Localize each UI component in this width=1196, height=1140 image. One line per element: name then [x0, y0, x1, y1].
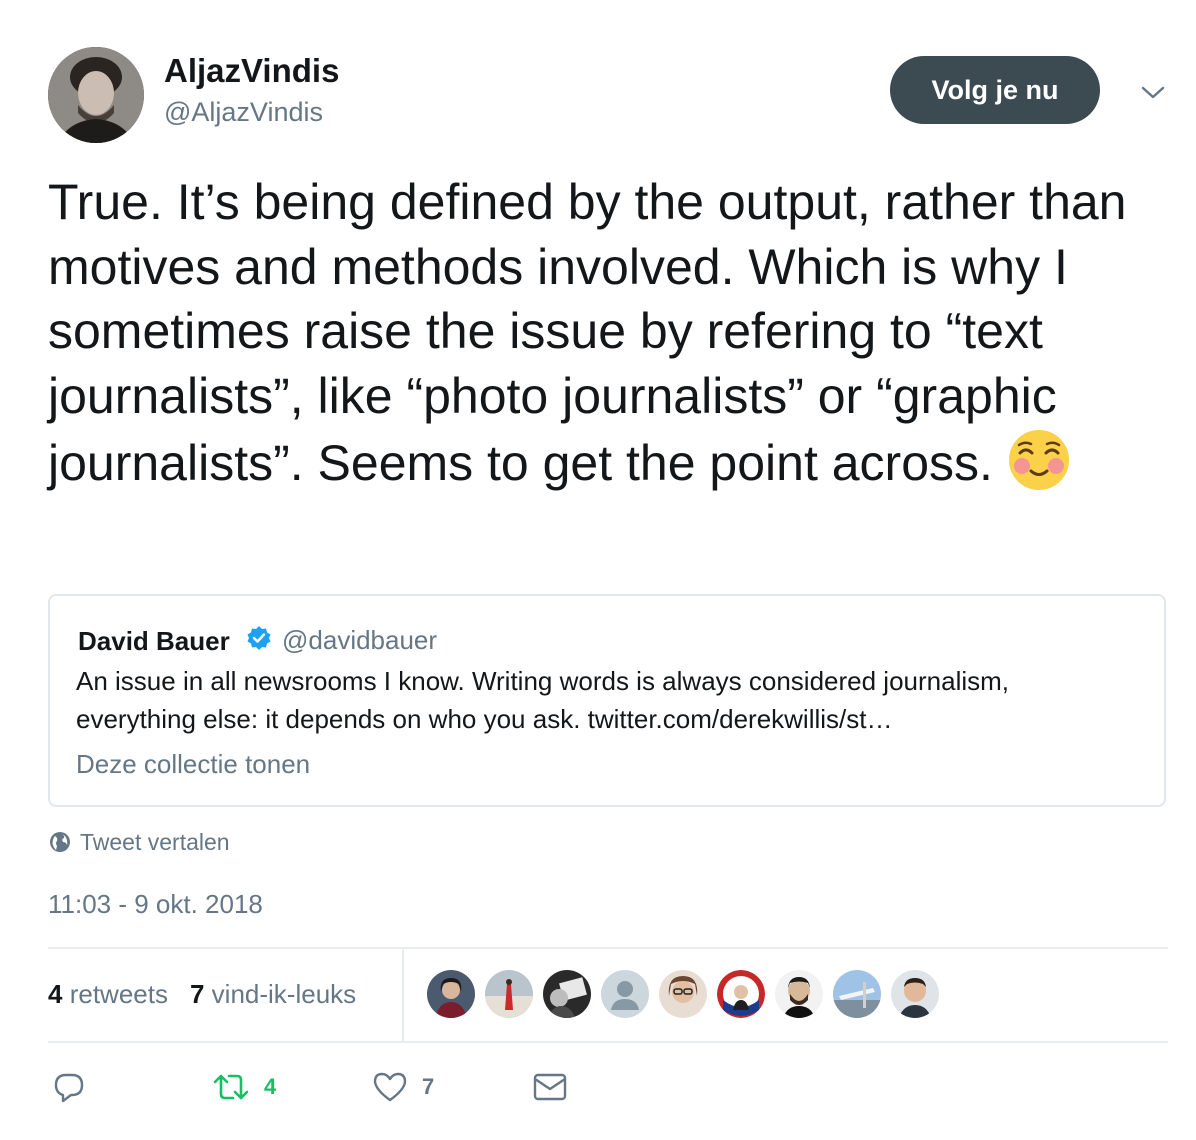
author-avatar[interactable] — [48, 47, 144, 143]
quoted-author-handle: @davidbauer — [282, 625, 438, 655]
tweet-text-content: True. It’s being defined by the output, … — [48, 174, 1127, 491]
verified-badge-icon — [247, 626, 271, 650]
liker-avatar[interactable] — [659, 970, 707, 1018]
retweets-label: retweets — [69, 979, 168, 1009]
direct-message-button[interactable] — [532, 1072, 568, 1102]
retweets-stat[interactable]: 4 retweets — [48, 979, 168, 1010]
liker-avatar[interactable] — [427, 970, 475, 1018]
likes-count: 7 — [189, 979, 205, 1009]
globe-icon — [50, 832, 70, 852]
liker-avatar[interactable] — [891, 970, 939, 1018]
tweet-timestamp[interactable]: 11:03 - 9 okt. 2018 — [48, 889, 263, 920]
author-name[interactable]: AljazVindis — [164, 52, 339, 90]
liker-avatar[interactable] — [543, 970, 591, 1018]
heart-icon — [373, 1072, 407, 1102]
smiling-face-with-blush-icon — [1008, 430, 1069, 490]
retweet-count: 4 — [264, 1074, 277, 1099]
liker-avatar[interactable] — [717, 970, 765, 1018]
envelope-icon — [533, 1073, 567, 1101]
show-collection-link[interactable]: Deze collectie tonen — [76, 749, 310, 780]
quoted-tweet-text: An issue in all newsrooms I know. Writin… — [76, 666, 1010, 734]
quoted-tweet-card[interactable]: David Bauer @davidbauer An issue in all … — [48, 594, 1166, 807]
like-button[interactable]: 7 — [372, 1070, 434, 1104]
vertical-divider — [402, 949, 404, 1041]
translate-tweet-link[interactable]: Tweet vertalen — [80, 829, 230, 856]
author-handle[interactable]: @AljazVindis — [164, 97, 323, 128]
divider — [48, 1041, 1168, 1043]
liker-avatar[interactable] — [775, 970, 823, 1018]
reply-button[interactable] — [52, 1070, 86, 1104]
following-button[interactable]: Volg je nu — [890, 56, 1100, 124]
reply-icon — [54, 1073, 84, 1103]
retweet-button[interactable]: 4 — [212, 1070, 276, 1104]
like-count: 7 — [422, 1074, 435, 1099]
liker-avatar[interactable] — [601, 970, 649, 1018]
chevron-down-icon[interactable] — [1136, 80, 1170, 104]
tweet-text: True. It’s being defined by the output, … — [48, 170, 1178, 496]
likes-stat[interactable]: 7 vind-ik-leuks — [190, 979, 356, 1010]
retweets-count: 4 — [48, 979, 63, 1009]
likes-label: vind-ik-leuks — [211, 979, 357, 1009]
quoted-author-name: David Bauer — [78, 626, 230, 656]
liker-avatar[interactable] — [485, 970, 533, 1018]
likers-avatars — [427, 970, 939, 1018]
retweet-icon — [213, 1074, 249, 1100]
liker-avatar[interactable] — [833, 970, 881, 1018]
tweet-stats: 4 retweets 7 vind-ik-leuks — [48, 979, 356, 1010]
divider — [48, 947, 1168, 949]
